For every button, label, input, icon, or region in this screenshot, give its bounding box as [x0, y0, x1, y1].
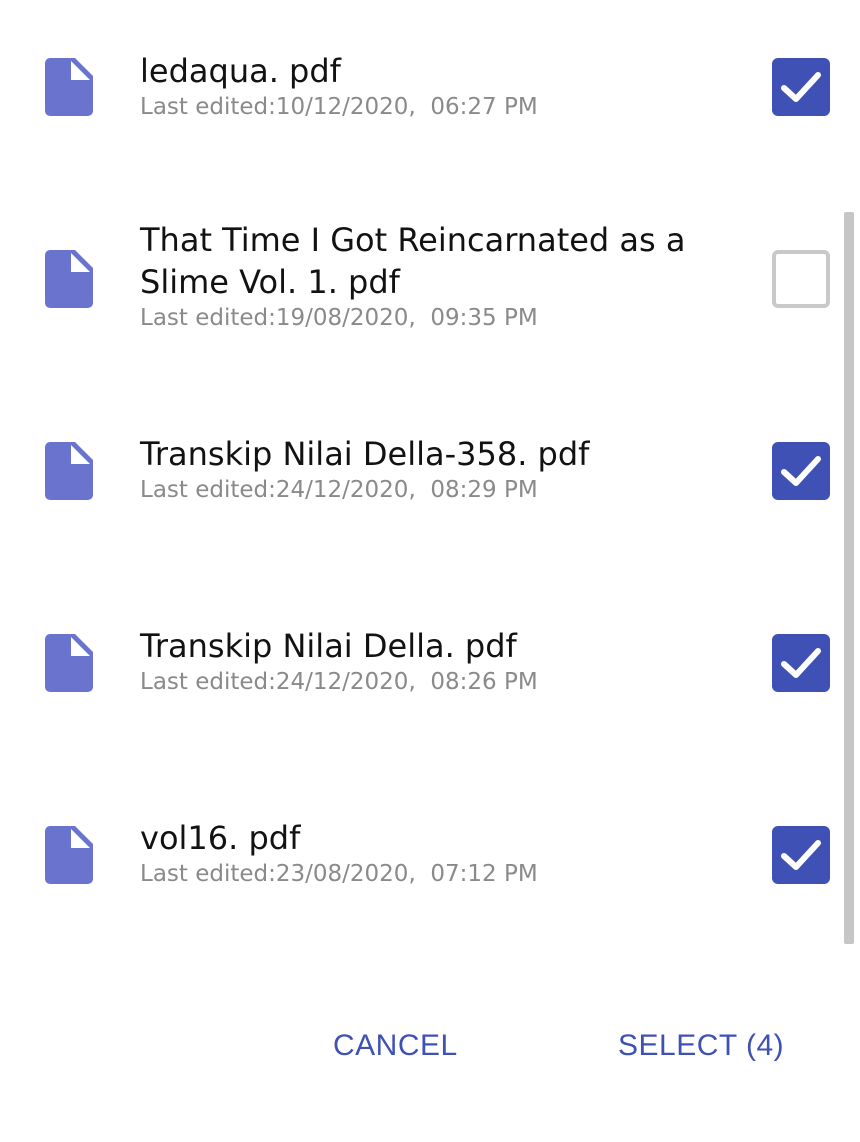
file-list-item[interactable]: vol16. pdf Last edited:23/08/2020, 07:12…: [0, 755, 860, 945]
file-checkbox[interactable]: [772, 634, 830, 692]
check-icon: [781, 72, 821, 102]
file-icon: [45, 58, 93, 116]
select-button[interactable]: SELECT (4): [618, 1026, 784, 1066]
file-icon: [45, 634, 93, 692]
file-list-item[interactable]: That Time I Got Reincarnated as a Slime …: [0, 175, 860, 375]
file-name: Transkip Nilai Della. pdf: [140, 627, 517, 665]
file-name: That Time I Got Reincarnated as a Slime …: [140, 221, 686, 301]
file-icon: [45, 442, 93, 500]
file-list: ledaqua. pdf Last edited:10/12/2020, 06:…: [0, 0, 860, 980]
file-name: ledaqua. pdf: [140, 52, 341, 90]
file-list-item[interactable]: Transkip Nilai Della-358. pdf Last edite…: [0, 375, 860, 565]
cancel-button[interactable]: CANCEL: [333, 1026, 458, 1066]
file-checkbox[interactable]: [772, 58, 830, 116]
file-checkbox[interactable]: [772, 250, 830, 308]
scrollbar[interactable]: [844, 212, 854, 944]
file-last-edited: Last edited:24/12/2020, 08:29 PM: [140, 477, 538, 503]
file-last-edited: Last edited:10/12/2020, 06:27 PM: [140, 94, 538, 120]
file-list-item[interactable]: ledaqua. pdf Last edited:10/12/2020, 06:…: [0, 0, 860, 175]
check-icon: [781, 840, 821, 870]
file-checkbox[interactable]: [772, 442, 830, 500]
file-last-edited: Last edited:23/08/2020, 07:12 PM: [140, 861, 538, 887]
file-checkbox[interactable]: [772, 826, 830, 884]
check-icon: [781, 456, 821, 486]
file-name: vol16. pdf: [140, 819, 301, 857]
file-name: Transkip Nilai Della-358. pdf: [140, 435, 590, 473]
dialog-actions: CANCEL SELECT (4): [0, 1010, 860, 1090]
file-icon: [45, 826, 93, 884]
file-list-item[interactable]: Transkip Nilai Della. pdf Last edited:24…: [0, 565, 860, 755]
file-last-edited: Last edited:19/08/2020, 09:35 PM: [140, 305, 538, 331]
file-icon: [45, 250, 93, 308]
file-last-edited: Last edited:24/12/2020, 08:26 PM: [140, 669, 538, 695]
check-icon: [781, 648, 821, 678]
